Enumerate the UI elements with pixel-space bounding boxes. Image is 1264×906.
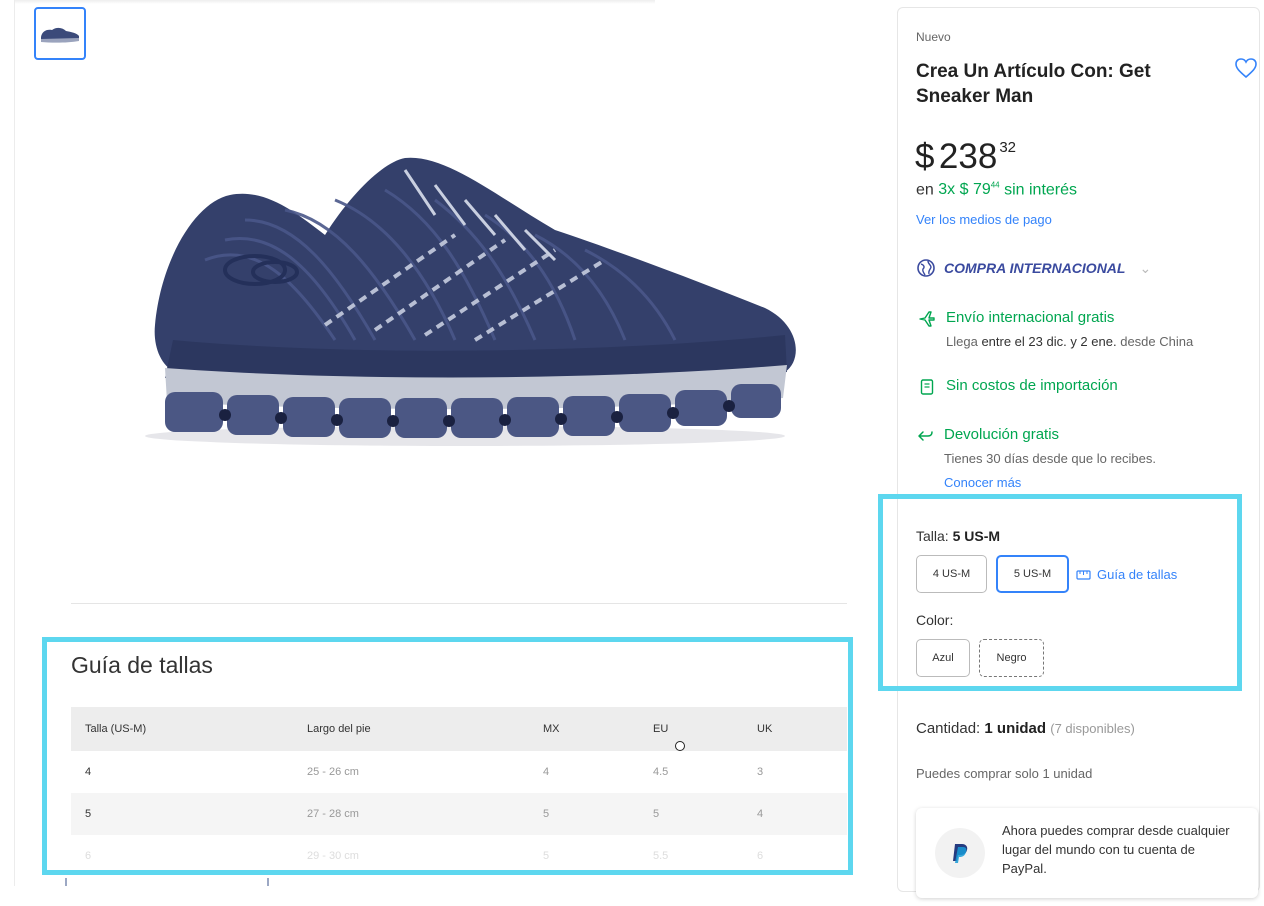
table-cell: 4: [757, 808, 764, 820]
column-header: EU: [653, 723, 669, 735]
ruler-icon: [1076, 569, 1091, 580]
color-selection-label: Color:: [916, 612, 954, 628]
size-guide-table: Talla (US-M) Largo del pie MX EU UK 4 25…: [71, 707, 847, 877]
color-option-negro[interactable]: Negro: [979, 639, 1044, 677]
table-cell: 4: [543, 766, 550, 778]
shipping-info: Envío internacional gratis Llega entre e…: [918, 309, 1193, 349]
shipping-title: Envío internacional gratis: [946, 309, 1115, 326]
heart-icon[interactable]: [1234, 57, 1258, 79]
import-costs-title: Sin costos de importación: [946, 377, 1118, 394]
color-option-azul[interactable]: Azul: [916, 639, 970, 677]
shipping-arrival: Llega entre el 23 dic. y 2 ene. desde Ch…: [946, 334, 1194, 349]
column-header: Talla (US-M): [85, 723, 147, 735]
table-cell: 3: [757, 766, 764, 778]
table-row: 5 27 - 28 cm 5 5 4: [71, 793, 847, 835]
table-cell: 25 - 26 cm: [307, 766, 359, 778]
table-cell: 4.5: [653, 766, 669, 778]
quantity-limit-note: Puedes comprar solo 1 unidad: [916, 766, 1093, 781]
table-row: 6 29 - 30 cm 5 5.5 6: [71, 835, 847, 877]
international-purchase[interactable]: COMPRA INTERNACIONAL ⌄: [916, 258, 1151, 278]
returns-subtitle: Tienes 30 días desde que lo recibes.: [944, 451, 1156, 466]
price-cents: 32: [999, 139, 1017, 156]
mouse-cursor-indicator: [675, 741, 685, 751]
top-fade: [15, 0, 655, 4]
column-header: MX: [543, 723, 560, 735]
size-guide-link[interactable]: Guía de tallas: [1076, 567, 1177, 582]
installments-suffix: sin interés: [1004, 181, 1078, 199]
size-guide-section: Guía de tallas Talla (US-M) Largo del pi…: [71, 640, 847, 877]
gallery-thumbnail[interactable]: [34, 7, 86, 60]
table-cell: 29 - 30 cm: [307, 850, 359, 862]
table-cell: 6: [757, 850, 764, 862]
column-header: Largo del pie: [307, 723, 371, 735]
table-cell: 6: [85, 850, 92, 862]
table-cell: 5: [85, 808, 92, 820]
size-option-4[interactable]: 4 US-M: [916, 555, 987, 593]
size-option-5[interactable]: 5 US-M: [996, 555, 1069, 593]
installments-info: en 3x $ 7944 sin interés: [916, 181, 1077, 199]
returns-title: Devolución gratis: [944, 426, 1060, 443]
table-cell: 5: [543, 808, 550, 820]
table-cell: 5: [543, 850, 550, 862]
international-label: COMPRA INTERNACIONAL: [944, 260, 1126, 276]
globe-icon: [917, 259, 935, 277]
table-header-row: Talla (US-M) Largo del pie MX EU UK: [71, 707, 847, 751]
product-title: Crea Un Artículo Con: Get Sneaker Man: [916, 61, 1151, 108]
price-integer: 238: [938, 137, 998, 176]
product-main-image[interactable]: [135, 140, 825, 470]
table-cell: 4: [85, 766, 92, 778]
payment-methods-link[interactable]: Ver los medios de pago: [916, 212, 1052, 227]
product-price: $ 238 32: [915, 137, 1016, 177]
buy-box: Nuevo Crea Un Artículo Con: Get Sneaker …: [897, 7, 1260, 898]
size-selection-label: Talla: 5 US-M: [916, 528, 1001, 544]
paypal-logo-icon: [935, 828, 985, 878]
paypal-banner: Ahora puedes comprar desde cualquier lug…: [916, 808, 1258, 898]
returns-learn-more-link[interactable]: Conocer más: [944, 475, 1156, 490]
column-header: UK: [757, 723, 773, 735]
receipt-icon: [920, 379, 934, 395]
table-row: 4 25 - 26 cm 4 4.5 3: [71, 751, 847, 793]
bottom-edge-marks: [65, 878, 269, 886]
sneaker-thumbnail-icon: [41, 27, 79, 43]
quantity-info[interactable]: Cantidad: 1 unidad (7 disponibles): [916, 720, 1135, 737]
size-guide-title: Guía de tallas: [71, 652, 213, 678]
import-costs-info: Sin costos de importación: [918, 377, 1118, 396]
section-divider: [71, 603, 847, 604]
chevron-down-icon: ⌄: [1139, 259, 1152, 276]
airplane-icon: [919, 311, 935, 327]
returns-info: Devolución gratis Tienes 30 días desde q…: [916, 426, 1156, 490]
price-symbol: $: [915, 137, 935, 176]
product-gallery-column: Guía de tallas Talla (US-M) Largo del pi…: [14, 0, 874, 886]
item-condition: Nuevo: [916, 30, 951, 44]
installments-amount: 3x $ 7944: [938, 181, 1000, 199]
table-cell: 5.5: [653, 850, 669, 862]
table-cell: 5: [653, 808, 660, 820]
installments-prefix: en: [916, 181, 934, 199]
return-arrow-icon: [918, 431, 933, 441]
paypal-message: Ahora puedes comprar desde cualquier lug…: [1002, 823, 1230, 876]
table-cell: 27 - 28 cm: [307, 808, 359, 820]
